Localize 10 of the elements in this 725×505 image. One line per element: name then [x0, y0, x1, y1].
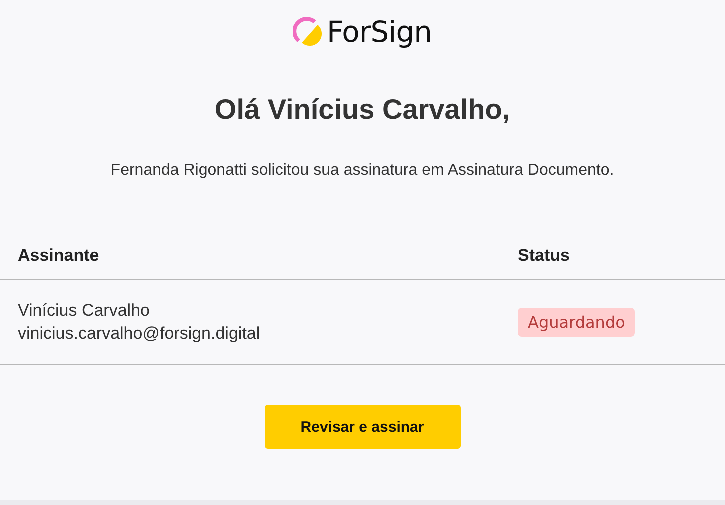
logo-icon: [292, 17, 323, 47]
message: Fernanda Rigonatti solicitou sua assinatura em Assinatura Documento.: [110, 162, 614, 180]
column-header: Assinante: [18, 246, 100, 266]
greeting: Olá Vinícius Carvalho,: [214, 94, 510, 126]
signer-name: Vinícius Carvalho: [18, 300, 151, 322]
review-sign-button[interactable]: Revisar e assinar: [264, 405, 460, 449]
logo-text: ForSign: [326, 15, 432, 49]
column-header: Status: [518, 246, 571, 266]
status-badge: Aguardando: [518, 308, 636, 336]
signer-email: vinicius.carvalho@forsign.digital: [18, 323, 262, 345]
